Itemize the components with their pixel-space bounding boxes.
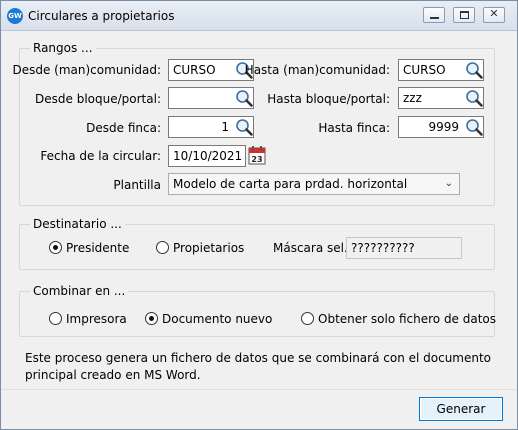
desde-bloque-lookup-button[interactable]	[233, 87, 255, 109]
fecha-label: Fecha de la circular:	[40, 149, 161, 163]
calendar-button[interactable]: 23	[248, 145, 266, 165]
magnifier-icon	[466, 119, 483, 136]
window-title: Circulares a propietarios	[28, 9, 175, 23]
fichero-datos-radio[interactable]: Obtener solo fichero de datos	[301, 311, 496, 327]
fichero-datos-label: Obtener solo fichero de datos	[318, 312, 497, 326]
app-icon: GW	[7, 8, 23, 24]
presidente-label: Presidente	[66, 241, 130, 255]
plantilla-select[interactable]: Modelo de carta para prdad. horizontal ⌄	[168, 173, 460, 195]
fecha-field[interactable]: 10/10/2021	[168, 145, 246, 167]
info-text: Este proceso genera un fichero de datos …	[25, 351, 492, 382]
dialog-window: GW Circulares a propietarios ✕ Rangos ..…	[0, 0, 518, 430]
hasta-finca-label: Hasta finca:	[318, 121, 390, 135]
propietarios-label: Propietarios	[173, 241, 245, 255]
close-icon: ✕	[489, 7, 499, 20]
combinar-title: Combinar en ...	[30, 284, 129, 298]
desde-finca-label: Desde finca:	[86, 121, 161, 135]
generar-button[interactable]: Generar	[419, 397, 503, 421]
magnifier-icon	[466, 90, 483, 107]
maximize-icon	[460, 11, 469, 19]
mascara-field: ??????????	[346, 237, 462, 259]
plantilla-label: Plantilla	[113, 178, 161, 192]
hasta-comunidad-lookup-button[interactable]	[463, 59, 485, 81]
radio-circle	[156, 241, 169, 254]
chevron-down-icon: ⌄	[444, 178, 453, 189]
calendar-day: 23	[251, 155, 262, 164]
footer-divider	[1, 389, 517, 390]
radio-circle	[49, 312, 62, 325]
documento-nuevo-label: Documento nuevo	[162, 312, 273, 326]
minimize-icon	[430, 17, 439, 19]
radio-dot	[149, 316, 154, 321]
calendar-icon: 23	[248, 146, 266, 165]
hasta-bloque-label: Hasta bloque/portal:	[267, 92, 390, 106]
hasta-finca-lookup-button[interactable]	[463, 116, 485, 138]
desde-bloque-label: Desde bloque/portal:	[35, 92, 161, 106]
impresora-radio[interactable]: Impresora	[49, 311, 129, 327]
magnifier-icon	[236, 90, 253, 107]
propietarios-radio[interactable]: Propietarios	[156, 240, 256, 256]
hasta-bloque-lookup-button[interactable]	[463, 87, 485, 109]
mascara-label: Máscara sel.:	[273, 241, 352, 255]
documento-nuevo-radio[interactable]: Documento nuevo	[145, 311, 272, 327]
magnifier-icon	[236, 119, 253, 136]
desde-comunidad-label: Desde (man)comunidad:	[12, 63, 161, 77]
magnifier-icon	[466, 62, 483, 79]
radio-circle	[49, 241, 62, 254]
close-button[interactable]: ✕	[483, 7, 505, 23]
minimize-button[interactable]	[423, 7, 445, 23]
plantilla-selected-value: Modelo de carta para prdad. horizontal	[173, 177, 408, 191]
maximize-button[interactable]	[453, 7, 475, 23]
title-bar: GW Circulares a propietarios ✕	[1, 1, 517, 31]
impresora-label: Impresora	[66, 312, 127, 326]
presidente-radio[interactable]: Presidente	[49, 240, 139, 256]
destinatario-title: Destinatario ...	[30, 217, 125, 231]
hasta-comunidad-label: Hasta (man)comunidad:	[244, 63, 390, 77]
rangos-title: Rangos ...	[30, 41, 96, 55]
desde-finca-lookup-button[interactable]	[233, 116, 255, 138]
radio-circle	[301, 312, 314, 325]
radio-circle	[145, 312, 158, 325]
radio-dot	[53, 245, 58, 250]
